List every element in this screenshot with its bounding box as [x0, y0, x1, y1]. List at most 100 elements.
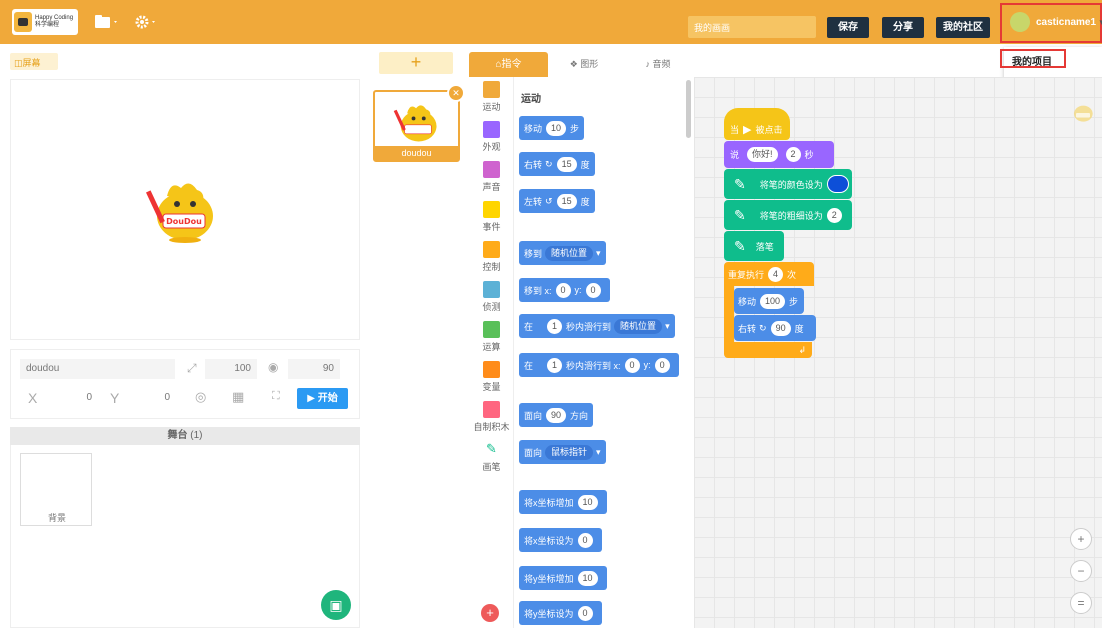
category-pen[interactable]: ✎ 画笔 [469, 441, 514, 473]
avatar [1010, 12, 1030, 32]
block-set-y[interactable]: 将y坐标设为 0 [519, 601, 602, 625]
sprite-name-input[interactable]: doudou [20, 359, 175, 379]
block-input[interactable]: 0 [654, 357, 670, 373]
tab-costumes[interactable]: ❖ 图形 [548, 52, 620, 77]
block-input[interactable]: 1 [547, 318, 563, 334]
file-menu-button[interactable] [94, 14, 120, 34]
block-pen-down[interactable]: ✎ 落笔 [724, 231, 784, 261]
delete-sprite-icon[interactable]: ✕ [447, 84, 465, 102]
category-variables[interactable]: 变量 [469, 361, 514, 393]
block-change-x[interactable]: 将x坐标增加 10 [519, 490, 607, 514]
logo-text: Happy Coding [35, 15, 74, 21]
share-button[interactable]: 分享 [882, 17, 924, 38]
backdrop-label: 背景 [48, 513, 67, 523]
block-when-flag-clicked[interactable]: 当 ▶ 被点击 [724, 108, 790, 140]
community-button[interactable]: 我的社区 [936, 17, 990, 38]
fullscreen-icon: ◫ [14, 58, 23, 68]
zoom-reset-icon[interactable]: = [1070, 592, 1092, 614]
block-input[interactable]: 0 [555, 282, 571, 298]
block-move-steps[interactable]: 移动 100 步 [734, 288, 804, 314]
pen-color-swatch[interactable] [826, 175, 849, 193]
add-backdrop-button[interactable]: ▣ [321, 590, 351, 620]
repeat-loop-end: ↲ [724, 342, 812, 358]
gear-icon [135, 15, 155, 29]
start-button[interactable]: ▶ 开始 [297, 388, 348, 409]
category-my-blocks[interactable]: 自制积木 [469, 401, 514, 433]
block-goto[interactable]: 移到 随机位置 ▾ [519, 241, 606, 265]
expand-icon[interactable]: ⛶ [272, 390, 280, 403]
category-events[interactable]: 事件 [469, 201, 514, 233]
block-set-x[interactable]: 将x坐标设为 0 [519, 528, 602, 552]
block-turn-right[interactable]: 右转 ↻ 15 度 [519, 152, 595, 176]
palette-scrollbar[interactable] [686, 80, 691, 138]
fullscreen-button[interactable]: ◫屏幕 [10, 53, 58, 70]
pen-icon: ✎ [734, 206, 746, 223]
category-sound[interactable]: 声音 [469, 161, 514, 193]
block-dropdown[interactable]: 随机位置 [614, 318, 663, 334]
category-control[interactable]: 控制 [469, 241, 514, 273]
stage-count: (1) [190, 430, 203, 441]
block-input[interactable]: 0 [624, 357, 640, 373]
add-sprite-button[interactable]: + [379, 52, 453, 74]
pen-icon: ✎ [486, 441, 497, 456]
block-input[interactable]: 90 [770, 320, 791, 336]
block-input[interactable]: 1 [547, 357, 563, 373]
x-input[interactable]: 0 [52, 388, 98, 408]
block-input[interactable]: 4 [768, 266, 784, 282]
category-swatch [483, 401, 500, 418]
block-input[interactable]: 10 [577, 570, 598, 586]
category-operators[interactable]: 运算 [469, 321, 514, 353]
tab-code-label: 指令 [501, 59, 522, 70]
sprite-card-doudou[interactable]: doudou [373, 90, 460, 162]
green-flag-icon: ▶ [743, 123, 752, 136]
block-input[interactable]: 10 [546, 120, 567, 136]
block-input[interactable]: 0 [577, 605, 593, 621]
grid-icon[interactable]: ▦ [232, 389, 244, 405]
app-logo[interactable]: Happy Coding 科学编程 [12, 9, 78, 35]
block-move[interactable]: 移动 10 步 [519, 116, 585, 140]
visibility-eye-icon[interactable]: ◎ [195, 389, 206, 405]
category-looks[interactable]: 外观 [469, 121, 514, 153]
tab-code[interactable]: ⌂指令 [469, 52, 548, 77]
block-goto-xy[interactable]: 移到 x: 0 y: 0 [519, 278, 610, 302]
block-turn-left[interactable]: 左转 ↺ 15 度 [519, 189, 595, 213]
block-input[interactable]: 2 [785, 147, 801, 162]
category-sensing[interactable]: 侦测 [469, 281, 514, 313]
block-change-y[interactable]: 将y坐标增加 10 [519, 566, 607, 590]
add-extension-button[interactable]: + [481, 604, 499, 622]
block-glide-xy[interactable]: 在 1 秒内滑行到 x: 0 y: 0 [519, 353, 679, 377]
y-input[interactable]: 0 [130, 388, 176, 408]
zoom-in-icon[interactable]: + [1070, 528, 1092, 550]
block-input[interactable]: 90 [546, 407, 567, 423]
block-input[interactable]: 0 [577, 532, 593, 548]
block-dropdown[interactable]: 鼠标指针 [545, 444, 594, 460]
save-button[interactable]: 保存 [827, 17, 869, 38]
block-say-for-secs[interactable]: 说你好! 2 秒 [724, 141, 834, 168]
block-set-pen-color[interactable]: ✎ 将笔的颜色设为 [724, 169, 852, 199]
sprite-doudou-on-stage[interactable]: DouDou [145, 172, 223, 244]
zoom-out-icon[interactable]: − [1070, 560, 1092, 582]
settings-menu-button[interactable] [134, 14, 160, 34]
user-menu-button[interactable]: casticname1 ▾ [1000, 3, 1102, 43]
category-label: 事件 [482, 222, 501, 232]
tab-sounds[interactable]: ♪ 音频 [620, 52, 696, 77]
block-set-pen-size[interactable]: ✎ 将笔的粗细设为 2 [724, 200, 852, 230]
block-input[interactable]: 100 [760, 293, 786, 309]
menu-item-my-projects[interactable]: 我的项目 [1000, 49, 1066, 68]
direction-input[interactable]: 90 [288, 359, 340, 379]
block-input[interactable]: 10 [577, 494, 598, 510]
block-glide[interactable]: 在 1 秒内滑行到 随机位置 ▾ [519, 314, 675, 338]
block-input[interactable]: 15 [556, 193, 577, 209]
block-input[interactable]: 0 [585, 282, 601, 298]
block-input[interactable]: 15 [556, 156, 577, 172]
block-repeat[interactable]: 重复执行 4 次 [724, 262, 814, 286]
size-input[interactable]: 100 [205, 359, 257, 379]
block-input[interactable]: 你好! [747, 147, 778, 162]
block-input[interactable]: 2 [826, 207, 842, 223]
project-name-input[interactable]: 我的画画 [688, 16, 816, 38]
block-point-direction[interactable]: 面向 90 方向 [519, 403, 594, 427]
category-motion[interactable]: 运动 [469, 81, 514, 113]
block-point-towards[interactable]: 面向 鼠标指针 ▾ [519, 440, 606, 464]
block-dropdown[interactable]: 随机位置 [545, 245, 594, 261]
block-turn-right-degrees[interactable]: 右转 ↻ 90 度 [734, 315, 816, 341]
